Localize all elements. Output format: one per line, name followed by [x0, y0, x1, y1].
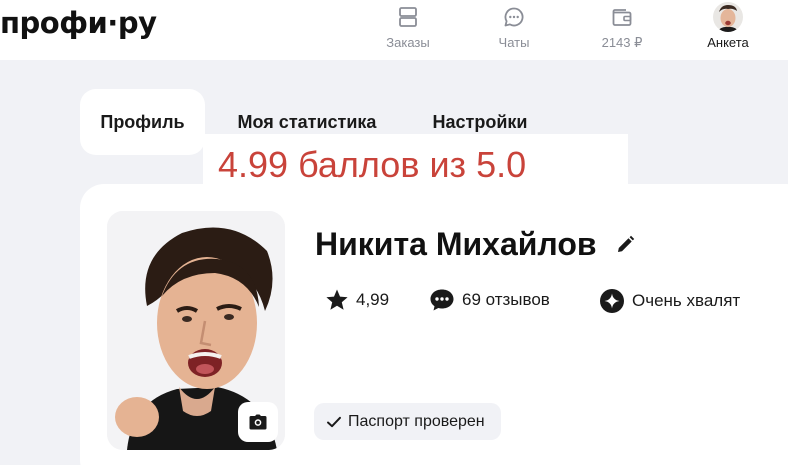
rating-overlay: 4.99 баллов из 5.0: [203, 134, 628, 192]
passport-label: Паспорт проверен: [348, 412, 485, 430]
rating-stat: 4,99: [325, 288, 389, 312]
nav-wallet[interactable]: 2143 ₽: [594, 0, 650, 60]
nav-orders[interactable]: Заказы: [383, 0, 433, 60]
top-header: профи·ру Заказы Чаты 2143 ₽ Анкета: [0, 0, 788, 60]
logo[interactable]: профи·ру: [0, 6, 157, 40]
wallet-icon: [610, 0, 634, 34]
praise-label: Очень хвалят: [632, 291, 741, 310]
avatar: [713, 2, 743, 32]
chat-icon: [502, 0, 526, 34]
edit-name-icon[interactable]: [615, 235, 635, 255]
nav-label: Чаты: [498, 35, 530, 50]
passport-verified-badge[interactable]: Паспорт проверен: [314, 403, 501, 440]
tab-profile[interactable]: Профиль: [80, 89, 205, 155]
name-row: Никита Михайлов: [315, 226, 635, 263]
nav-label: Анкета: [707, 35, 749, 50]
camera-icon: [249, 414, 267, 430]
checkmark-icon: [326, 415, 342, 429]
profile-name: Никита Михайлов: [315, 226, 597, 262]
nav-profile[interactable]: Анкета: [700, 0, 756, 60]
orders-icon: [396, 0, 420, 34]
rating-overlay-text: 4.99 баллов из 5.0: [218, 144, 527, 185]
change-photo-button[interactable]: [238, 402, 278, 442]
nav-label: 2143 ₽: [601, 35, 643, 50]
star-icon: [325, 288, 349, 312]
praise-badge: Очень хвалят: [599, 288, 740, 314]
rating-value: 4,99: [356, 290, 390, 309]
reviews-stat[interactable]: 69 отзывов: [429, 288, 550, 312]
nav-label: Заказы: [386, 35, 430, 50]
reviews-icon: [429, 288, 455, 312]
reviews-count: 69 отзывов: [462, 290, 550, 309]
nav-chats[interactable]: Чаты: [493, 0, 535, 60]
sparkle-icon: [599, 288, 625, 314]
